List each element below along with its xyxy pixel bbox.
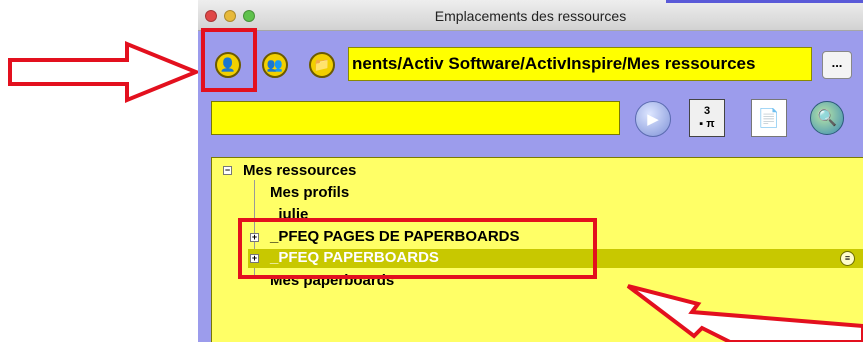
annotation-arrow-left xyxy=(8,41,200,103)
path-field[interactable]: nents/Activ Software/ActivInspire/Mes re… xyxy=(348,47,812,81)
list-icon[interactable]: ≡ xyxy=(840,251,855,266)
annotation-box-user-icon xyxy=(201,28,257,92)
document-icon[interactable]: 📄 xyxy=(751,99,787,137)
tree-item-mes-profils[interactable]: Mes profils xyxy=(270,184,349,201)
title-bar-accent xyxy=(666,0,863,3)
calculator-icon-top: 3 xyxy=(703,105,711,117)
calculator-icon-bottom: ▪ π xyxy=(699,118,715,130)
annotation-arrow-bottom xyxy=(626,284,863,342)
go-button[interactable]: ▶ xyxy=(635,101,671,137)
window-title: Emplacements des ressources xyxy=(434,8,627,24)
users-icon[interactable]: 👥 xyxy=(262,52,288,78)
tree-root-label[interactable]: Mes ressources xyxy=(243,162,356,179)
title-bar: Emplacements des ressources xyxy=(198,0,863,31)
annotation-box-pfeq xyxy=(238,218,597,279)
browse-button[interactable]: ... xyxy=(822,51,852,79)
folder-icon[interactable]: 📁 xyxy=(309,52,335,78)
search-input[interactable] xyxy=(211,101,620,135)
calculator-icon[interactable]: 3 ▪ π xyxy=(689,99,725,137)
globe-search-icon[interactable]: 🔍 xyxy=(810,101,844,135)
collapse-icon[interactable]: − xyxy=(223,166,232,175)
